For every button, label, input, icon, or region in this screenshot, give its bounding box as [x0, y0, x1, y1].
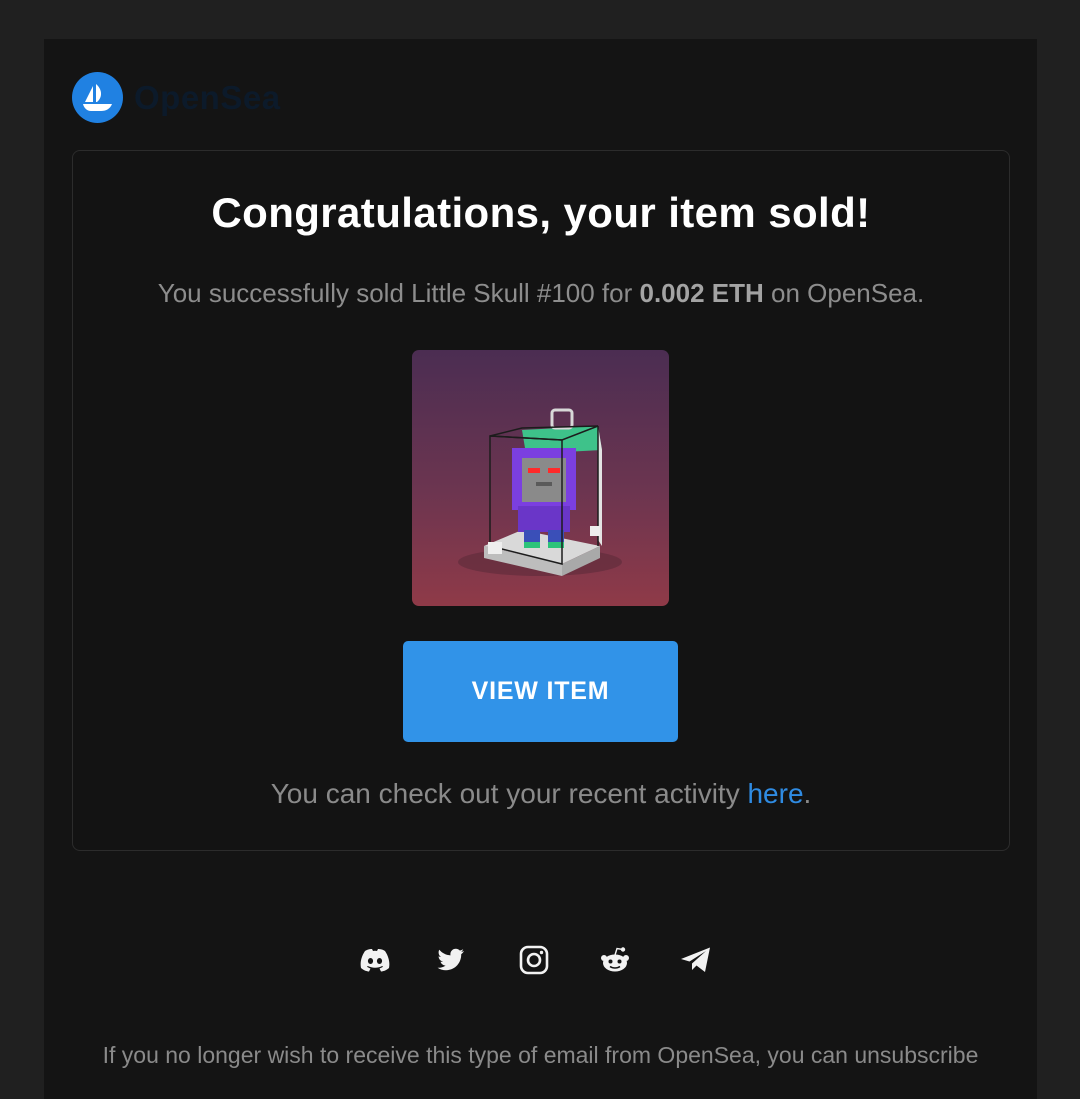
sale-price: 0.002 ETH [639, 278, 764, 308]
activity-prefix: You can check out your recent activity [270, 778, 748, 809]
brand-header[interactable]: OpenSea [72, 72, 281, 123]
activity-line: You can check out your recent activity h… [73, 778, 1009, 810]
brand-name: OpenSea [134, 78, 281, 116]
discord-icon[interactable] [358, 943, 392, 977]
telegram-icon[interactable] [679, 943, 713, 977]
headline: Congratulations, your item sold! [211, 189, 871, 236]
view-item-button[interactable]: VIEW ITEM [403, 641, 678, 742]
sale-card: Congratulations, your item sold! You suc… [72, 150, 1010, 851]
activity-suffix: . [803, 778, 812, 809]
email-container: OpenSea Congratulations, your item sold!… [44, 39, 1037, 1099]
sale-summary: You successfully sold Little Skull #100 … [73, 278, 1009, 309]
social-links [44, 943, 1037, 977]
sale-summary-prefix: You successfully sold Little Skull #100 … [157, 278, 640, 308]
nft-item-image[interactable] [412, 350, 669, 606]
twitter-icon[interactable] [434, 943, 468, 977]
sale-summary-suffix: on OpenSea. [763, 278, 925, 308]
reddit-icon[interactable] [598, 943, 632, 977]
opensea-logo-icon [72, 72, 123, 123]
unsubscribe-text: If you no longer wish to receive this ty… [102, 1042, 979, 1068]
activity-here-link[interactable]: here [747, 778, 803, 809]
instagram-icon[interactable] [517, 943, 551, 977]
